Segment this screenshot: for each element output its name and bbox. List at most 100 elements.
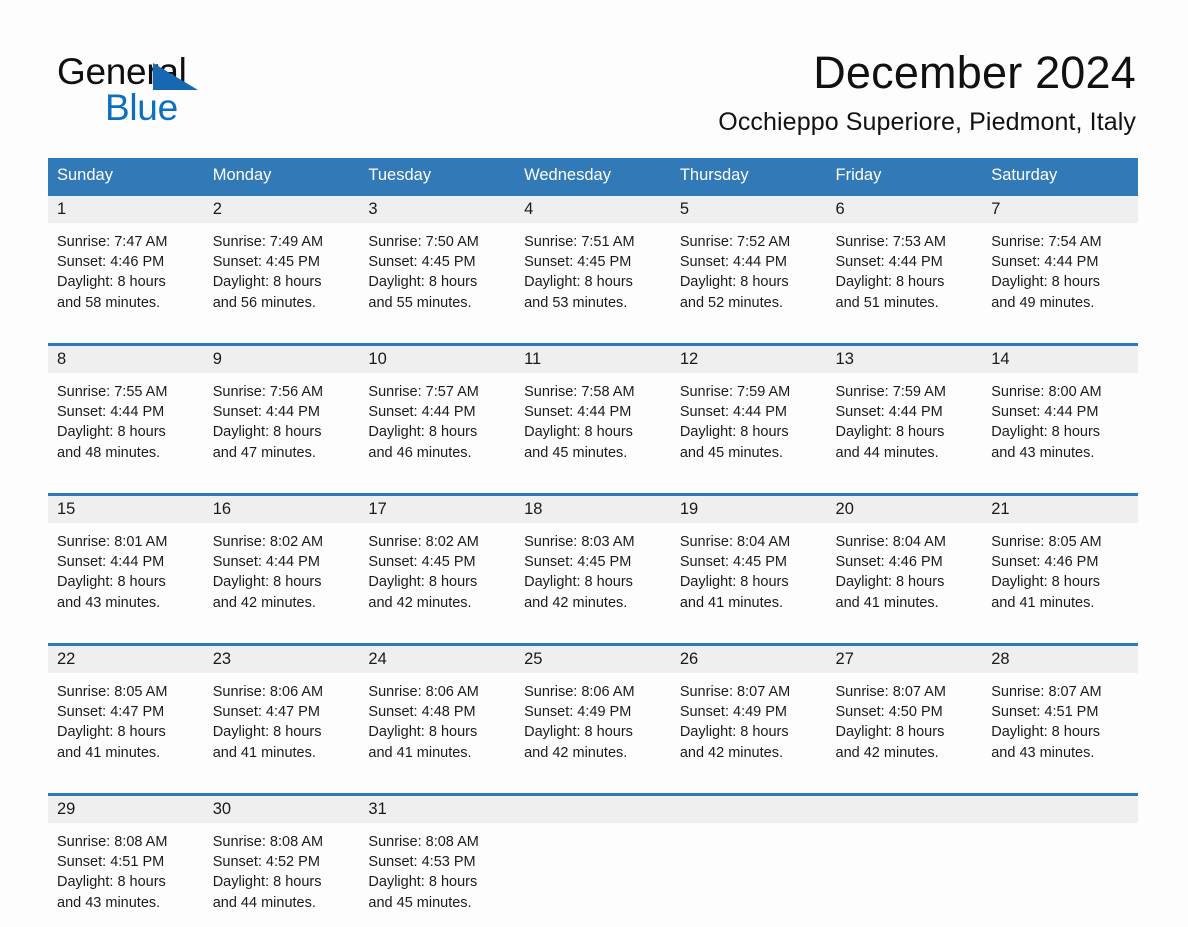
calendar-day-cell[interactable]: 18 Sunrise: 8:03 AM Sunset: 4:45 PM Dayligh… <box>515 493 671 627</box>
daylight-text-line2: and 41 minutes. <box>212 744 316 761</box>
daylight-text-line2: and 41 minutes. <box>57 744 161 761</box>
calendar-day-cell[interactable]: 30 Sunrise: 8:08 AM Sunset: 4:52 PM Dayligh… <box>203 793 360 927</box>
sunrise-text: Sunrise: 8:01 AM <box>57 534 168 550</box>
day-details <box>827 823 983 832</box>
daylight-text-line2: and 56 minutes. <box>212 294 316 311</box>
sunset-text: Sunset: 4:44 PM <box>991 404 1099 421</box>
sunrise-text: Sunrise: 8:08 AM <box>212 834 324 850</box>
day-cell-body: 3 Sunrise: 7:50 AM Sunset: 4:45 PM Daylight… <box>359 193 516 327</box>
calendar-day-cell[interactable]: 2 Sunrise: 7:49 AM Sunset: 4:45 PM Daylight… <box>203 193 360 327</box>
daylight-text-line2: and 44 minutes. <box>835 444 939 461</box>
page-header: General Blue December 2024 Occhieppo Sup… <box>0 0 1188 155</box>
sunset-text: Sunset: 4:47 PM <box>57 704 165 721</box>
day-number-band <box>670 796 827 823</box>
sunrise-text: Sunrise: 8:04 AM <box>679 534 791 550</box>
sunset-text: Sunset: 4:45 PM <box>524 254 632 271</box>
day-number: 10 <box>368 350 387 368</box>
calendar-day-cell-empty <box>670 793 827 927</box>
day-number-band: 24 <box>359 646 516 673</box>
calendar-day-cell[interactable]: 22 Sunrise: 8:05 AM Sunset: 4:47 PM Dayligh… <box>48 643 204 777</box>
calendar-day-cell[interactable]: 6 Sunrise: 7:53 AM Sunset: 4:44 PM Daylight… <box>826 193 983 327</box>
daylight-text-line2: and 43 minutes. <box>991 744 1095 761</box>
daylight-text-line2: and 49 minutes. <box>991 294 1095 311</box>
sunset-text: Sunset: 4:44 PM <box>524 404 632 421</box>
day-details: Sunrise: 8:08 AM Sunset: 4:53 PM Daylight:… <box>359 823 515 913</box>
day-details: Sunrise: 7:52 AM Sunset: 4:44 PM Daylight:… <box>671 223 827 313</box>
day-cell-body: 9 Sunrise: 7:56 AM Sunset: 4:44 PM Daylight… <box>203 343 360 477</box>
calendar-day-cell[interactable]: 15 Sunrise: 8:01 AM Sunset: 4:44 PM Dayligh… <box>48 493 204 627</box>
day-number-band: 20 <box>826 496 983 523</box>
calendar-day-cell-empty <box>982 793 1138 927</box>
calendar-day-cell[interactable]: 4 Sunrise: 7:51 AM Sunset: 4:45 PM Daylight… <box>515 193 671 327</box>
calendar-day-cell[interactable]: 20 Sunrise: 8:04 AM Sunset: 4:46 PM Dayligh… <box>826 493 983 627</box>
sunrise-text: Sunrise: 8:08 AM <box>57 834 168 850</box>
day-number-band: 21 <box>982 496 1138 523</box>
calendar-day-cell[interactable]: 12 Sunrise: 7:59 AM Sunset: 4:44 PM Dayligh… <box>670 343 827 477</box>
day-details: Sunrise: 8:08 AM Sunset: 4:52 PM Daylight:… <box>204 823 360 913</box>
calendar-day-cell[interactable]: 5 Sunrise: 7:52 AM Sunset: 4:44 PM Daylight… <box>670 193 827 327</box>
calendar-day-cell[interactable]: 21 Sunrise: 8:05 AM Sunset: 4:46 PM Dayligh… <box>982 493 1138 627</box>
sunset-text: Sunset: 4:45 PM <box>368 554 476 571</box>
day-cell-body: 10 Sunrise: 7:57 AM Sunset: 4:44 PM Dayligh… <box>359 343 516 477</box>
calendar-day-cell[interactable]: 8 Sunrise: 7:55 AM Sunset: 4:44 PM Daylight… <box>48 343 204 477</box>
sunrise-text: Sunrise: 7:58 AM <box>524 384 635 400</box>
day-cell-body: 28 Sunrise: 8:07 AM Sunset: 4:51 PM Dayligh… <box>982 643 1138 777</box>
calendar-day-cell[interactable]: 17 Sunrise: 8:02 AM Sunset: 4:45 PM Dayligh… <box>359 493 516 627</box>
day-number-band: 9 <box>203 346 360 373</box>
sunset-text: Sunset: 4:46 PM <box>991 554 1099 571</box>
calendar-day-cell[interactable]: 7 Sunrise: 7:54 AM Sunset: 4:44 PM Daylight… <box>982 193 1138 327</box>
sunrise-text: Sunrise: 7:54 AM <box>991 234 1102 250</box>
day-cell-body: 14 Sunrise: 8:00 AM Sunset: 4:44 PM Dayligh… <box>982 343 1138 477</box>
sunset-text: Sunset: 4:50 PM <box>835 704 943 721</box>
day-number: 5 <box>679 200 689 218</box>
sunrise-text: Sunrise: 7:59 AM <box>835 384 946 400</box>
calendar-day-cell[interactable]: 14 Sunrise: 8:00 AM Sunset: 4:44 PM Dayligh… <box>982 343 1138 477</box>
day-details: Sunrise: 8:01 AM Sunset: 4:44 PM Daylight:… <box>48 523 204 613</box>
day-number: 31 <box>368 800 387 818</box>
day-cell-body <box>982 793 1138 927</box>
calendar-day-cell[interactable]: 16 Sunrise: 8:02 AM Sunset: 4:44 PM Dayligh… <box>203 493 360 627</box>
daylight-text-line2: and 42 minutes. <box>679 744 783 761</box>
day-cell-body: 21 Sunrise: 8:05 AM Sunset: 4:46 PM Dayligh… <box>982 493 1138 627</box>
day-number-band: 16 <box>203 496 360 523</box>
day-cell-body: 7 Sunrise: 7:54 AM Sunset: 4:44 PM Daylight… <box>982 193 1138 327</box>
day-details: Sunrise: 7:58 AM Sunset: 4:44 PM Daylight:… <box>515 373 671 463</box>
calendar-day-cell[interactable]: 11 Sunrise: 7:58 AM Sunset: 4:44 PM Dayligh… <box>515 343 671 477</box>
week-row-spacer <box>48 777 1138 793</box>
calendar-day-cell[interactable]: 9 Sunrise: 7:56 AM Sunset: 4:44 PM Daylight… <box>203 343 360 477</box>
calendar-day-cell[interactable]: 1 Sunrise: 7:47 AM Sunset: 4:46 PM Daylight… <box>48 193 204 327</box>
day-number: 27 <box>835 650 854 668</box>
sunrise-text: Sunrise: 8:06 AM <box>368 684 479 700</box>
calendar-day-cell[interactable]: 31 Sunrise: 8:08 AM Sunset: 4:53 PM Dayligh… <box>359 793 516 927</box>
sunset-text: Sunset: 4:53 PM <box>368 854 476 871</box>
calendar-day-cell[interactable]: 28 Sunrise: 8:07 AM Sunset: 4:51 PM Dayligh… <box>982 643 1138 777</box>
calendar-day-cell[interactable]: 23 Sunrise: 8:06 AM Sunset: 4:47 PM Dayligh… <box>203 643 360 777</box>
day-details: Sunrise: 8:04 AM Sunset: 4:46 PM Daylight:… <box>827 523 983 613</box>
sunset-text: Sunset: 4:44 PM <box>212 554 320 571</box>
day-number: 25 <box>524 650 543 668</box>
calendar-day-cell[interactable]: 10 Sunrise: 7:57 AM Sunset: 4:44 PM Dayligh… <box>359 343 516 477</box>
day-details: Sunrise: 8:06 AM Sunset: 4:49 PM Daylight:… <box>515 673 671 763</box>
calendar-day-cell[interactable]: 26 Sunrise: 8:07 AM Sunset: 4:49 PM Dayligh… <box>670 643 827 777</box>
calendar-day-cell[interactable]: 29 Sunrise: 8:08 AM Sunset: 4:51 PM Dayligh… <box>48 793 204 927</box>
day-number: 12 <box>679 350 699 368</box>
daylight-text-line2: and 52 minutes. <box>679 294 783 311</box>
calendar-day-cell[interactable]: 3 Sunrise: 7:50 AM Sunset: 4:45 PM Daylight… <box>359 193 516 327</box>
sunset-text: Sunset: 4:51 PM <box>991 704 1099 721</box>
day-number-band: 8 <box>48 346 204 373</box>
calendar-day-cell[interactable]: 13 Sunrise: 7:59 AM Sunset: 4:44 PM Dayligh… <box>826 343 983 477</box>
calendar-day-cell-empty <box>826 793 983 927</box>
daylight-text-line1: Daylight: 8 hours <box>991 424 1101 441</box>
calendar-day-cell[interactable]: 19 Sunrise: 8:04 AM Sunset: 4:45 PM Dayligh… <box>670 493 827 627</box>
day-number: 17 <box>368 500 387 518</box>
calendar-day-cell[interactable]: 24 Sunrise: 8:06 AM Sunset: 4:48 PM Dayligh… <box>359 643 516 777</box>
calendar-day-cell[interactable]: 25 Sunrise: 8:06 AM Sunset: 4:49 PM Dayligh… <box>515 643 671 777</box>
day-number-band: 18 <box>515 496 671 523</box>
day-number: 22 <box>57 650 76 668</box>
calendar-day-cell[interactable]: 27 Sunrise: 8:07 AM Sunset: 4:50 PM Dayligh… <box>826 643 983 777</box>
brand-logo[interactable]: General Blue <box>57 52 317 128</box>
day-details <box>515 823 671 832</box>
day-details: Sunrise: 7:53 AM Sunset: 4:44 PM Daylight:… <box>827 223 983 313</box>
sunset-text: Sunset: 4:45 PM <box>524 554 632 571</box>
day-number-band: 17 <box>359 496 516 523</box>
